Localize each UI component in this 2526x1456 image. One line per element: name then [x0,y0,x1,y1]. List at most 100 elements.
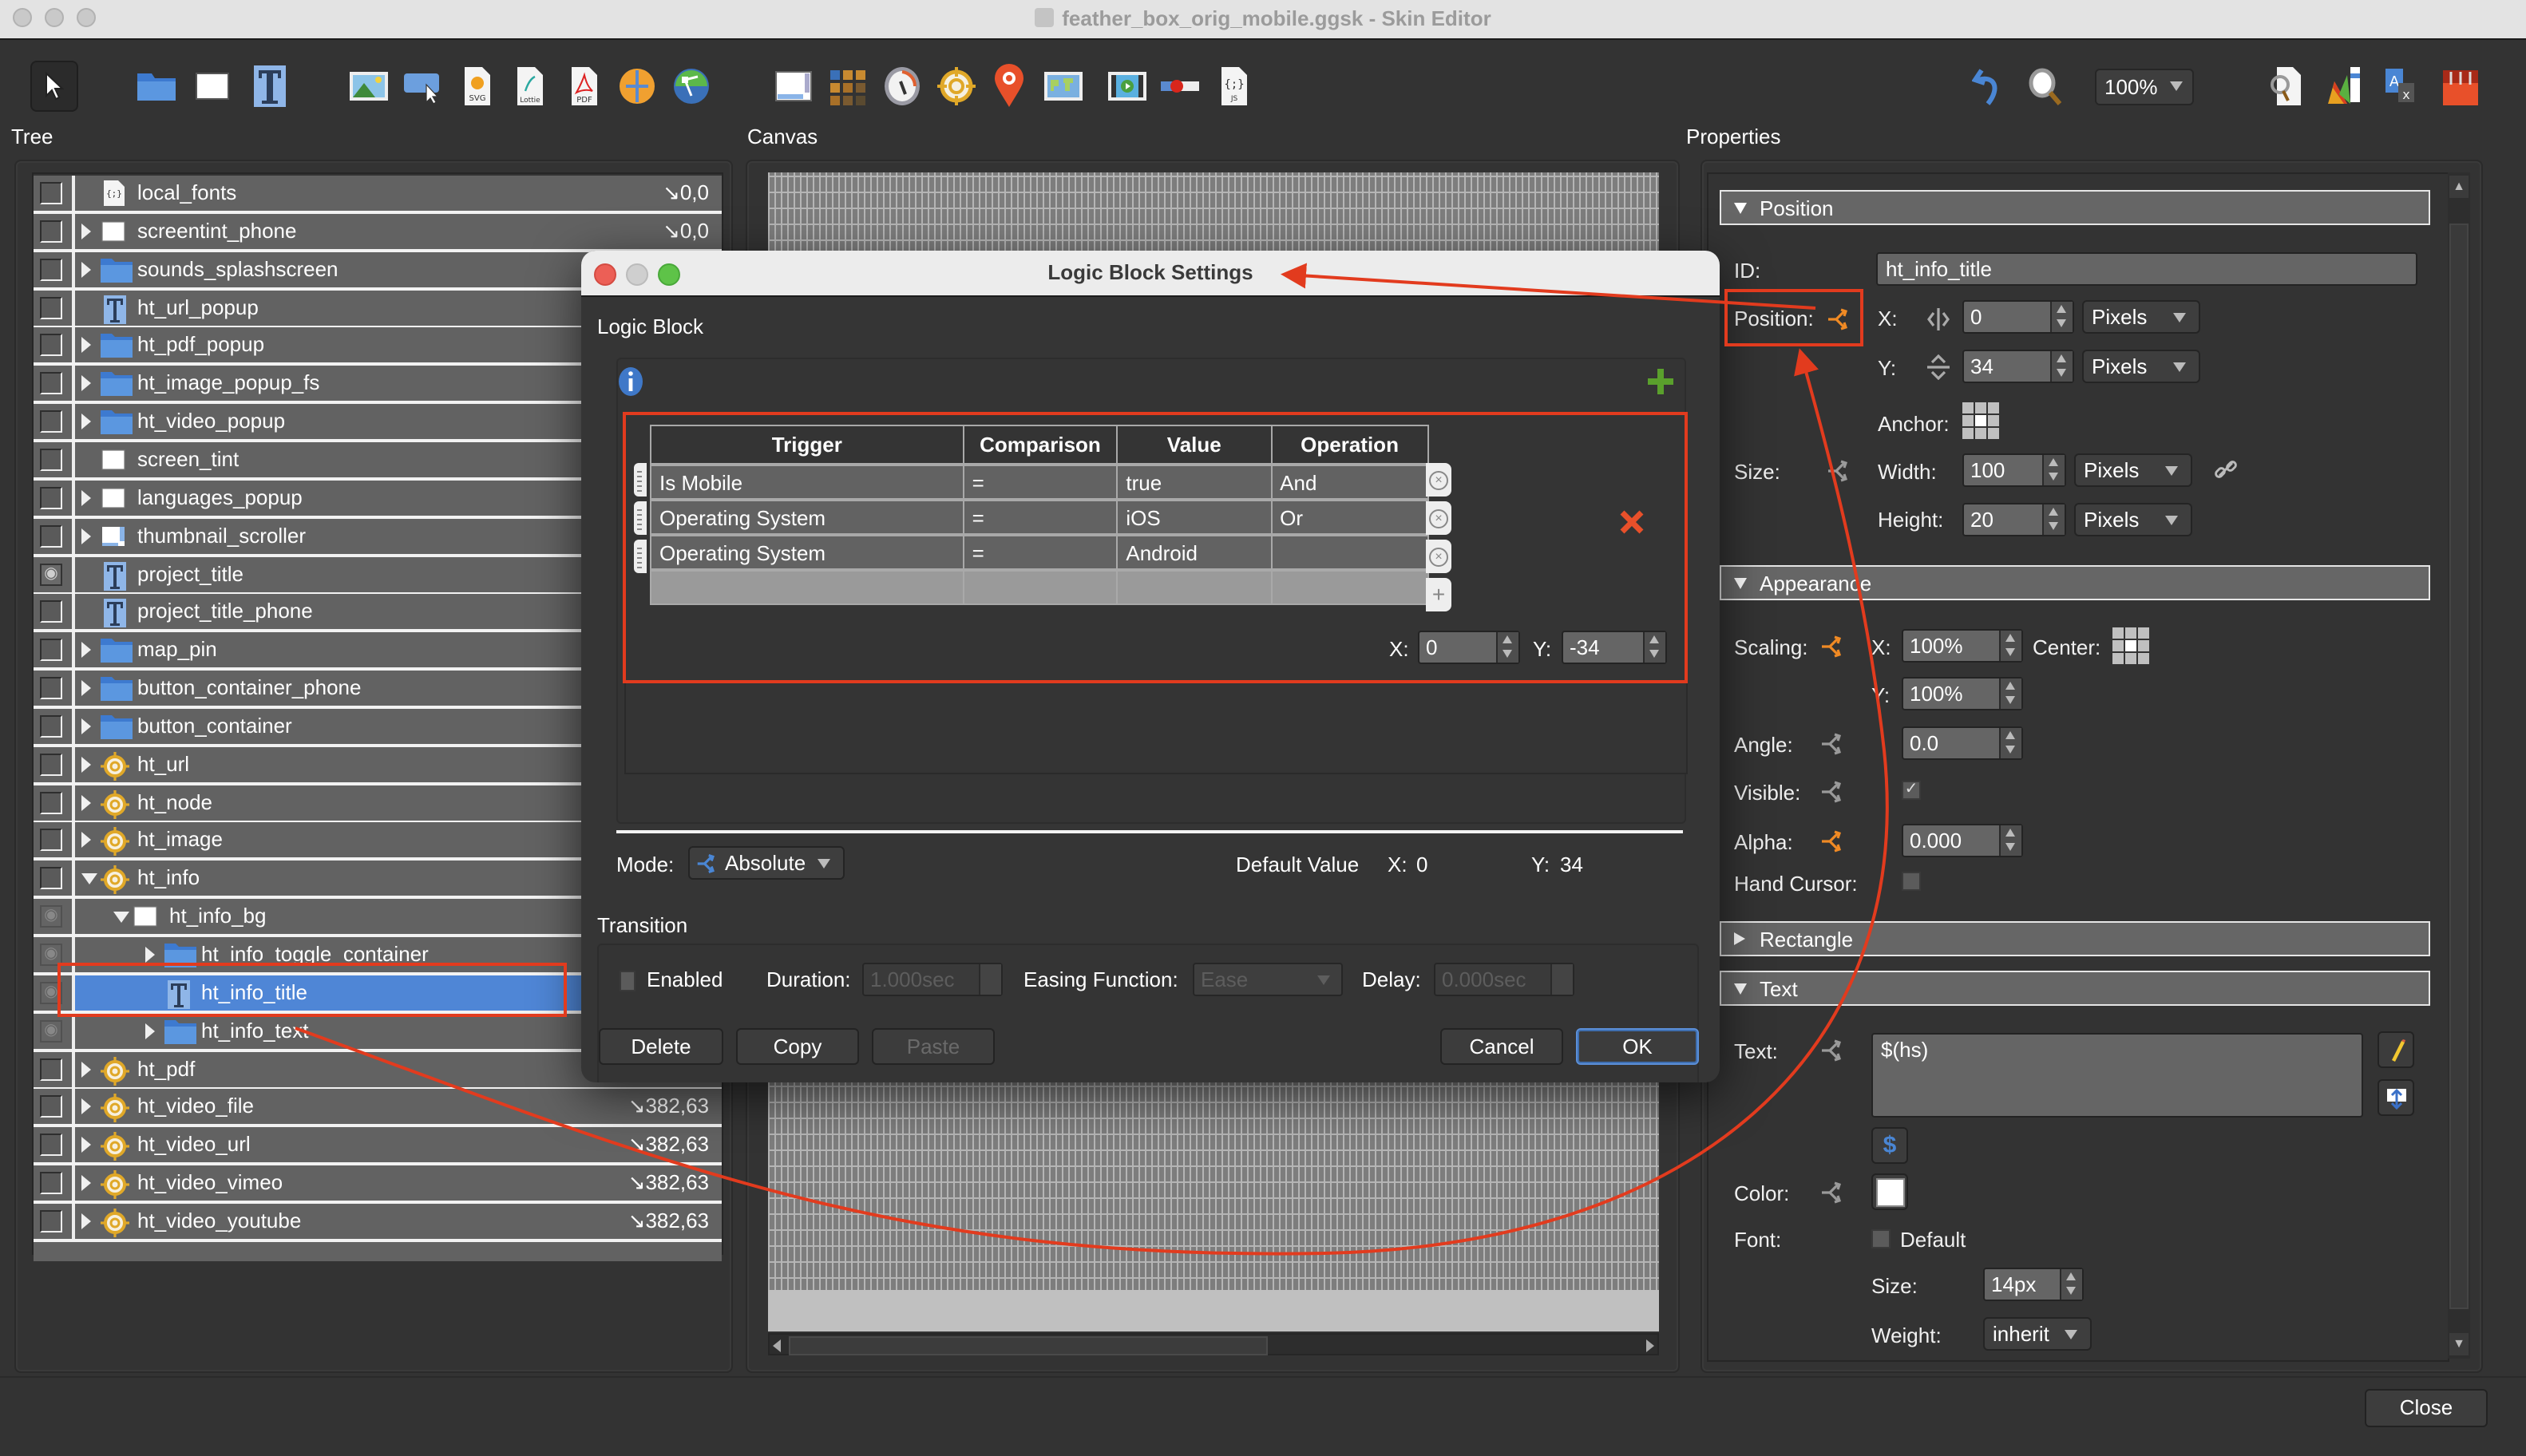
visibility-toggle[interactable] [40,753,62,776]
position-y-input[interactable]: 34 [1962,350,2074,383]
delete-button[interactable]: Delete [599,1028,723,1065]
eye-icon[interactable]: ◉ [40,944,62,966]
expand-arrow-icon[interactable] [81,413,91,430]
expand-arrow-icon[interactable] [81,489,91,506]
operation-cell[interactable]: And [1270,463,1430,500]
collapse-arrow-icon[interactable] [113,912,129,924]
tree-item[interactable]: ht_video_vimeo ↘382,63 [34,1165,722,1205]
delete-logic-block-icon[interactable] [1619,509,1645,535]
id-field[interactable]: ht_info_title [1876,252,2417,286]
tree-item-name-cell[interactable]: ht_video_youtube ↘382,63 [75,1204,722,1239]
visibility-toggle[interactable] [40,1134,62,1157]
visibility-toggle[interactable] [40,524,62,548]
remove-condition-icon[interactable]: × [1426,463,1451,497]
visibility-toggle[interactable] [40,448,62,471]
empty-cell[interactable] [962,568,1118,605]
stepper-icon[interactable] [1999,728,2021,758]
trigger-cell[interactable]: Operating System [650,498,964,536]
close-button[interactable]: Close [2365,1389,2488,1427]
logic-block-position-icon[interactable] [1827,307,1852,332]
rectangle-section-header[interactable]: Rectangle [1720,921,2430,956]
stepper-icon[interactable] [1999,825,2021,856]
duration-input[interactable]: 1.000sec [862,963,1003,996]
scroll-up-icon[interactable]: ▲ [2449,176,2469,198]
logic-block-angle-icon[interactable] [1820,731,1846,757]
visibility-toggle[interactable] [40,677,62,700]
add-condition-icon[interactable]: + [1426,578,1451,611]
visibility-cell[interactable] [34,213,75,249]
logic-block-color-icon[interactable] [1820,1180,1846,1205]
text-content-field[interactable]: $(hs) [1871,1033,2363,1118]
visibility-cell[interactable]: ◉ [34,937,75,972]
visibility-toggle[interactable] [40,258,62,281]
tree-item-name-cell[interactable]: ht_video_file ↘382,63 [75,1090,722,1125]
drag-handle-icon[interactable] [634,463,647,497]
visibility-cell[interactable] [34,251,75,287]
empty-cell[interactable] [650,568,964,605]
visibility-cell[interactable] [34,480,75,516]
expand-arrow-icon[interactable] [81,680,91,697]
result-x-input[interactable]: 0 [1418,631,1520,664]
expand-arrow-icon[interactable] [81,756,91,773]
canvas-horizontal-scrollbar[interactable] [768,1333,1659,1355]
lottie-tool-button[interactable]: Lottie [509,65,551,107]
visibility-cell[interactable] [34,1051,75,1087]
stepper-icon[interactable] [1999,631,2021,661]
visibility-cell[interactable] [34,518,75,554]
visibility-toggle[interactable] [40,829,62,852]
height-input[interactable]: 20 [1962,503,2066,536]
eye-icon[interactable]: ◉ [40,905,62,928]
scrollarea-tool-button[interactable] [773,65,814,107]
position-y-unit-dropdown[interactable]: Pixels [2082,350,2200,383]
scrollbar-thumb[interactable] [789,1336,1268,1355]
eye-icon[interactable]: ◉ [40,1019,62,1043]
remove-condition-icon[interactable]: × [1426,540,1451,573]
expand-arrow-icon[interactable] [81,794,91,811]
stepper-icon[interactable] [1550,964,1573,995]
center-vertical-icon[interactable] [1926,354,1951,380]
logic-block-scaling-icon[interactable] [1820,634,1846,659]
visibility-toggle[interactable] [40,1209,62,1232]
toolbox-button[interactable] [2440,65,2481,107]
operation-cell[interactable]: Or [1270,498,1430,536]
condition-row[interactable]: Is Mobile = true And [650,463,1430,500]
translate-button[interactable]: Ax [2381,65,2422,107]
javascript-tool-button[interactable]: {;} JS [1214,65,1255,107]
tree-item[interactable]: ht_video_youtube ↘382,63 [34,1203,722,1242]
visibility-cell[interactable] [34,1127,75,1163]
alpha-input[interactable]: 0.000 [1902,824,2023,857]
visibility-cell[interactable] [34,785,75,821]
expand-arrow-icon[interactable] [145,947,155,963]
tree-item[interactable]: ht_video_url ↘382,63 [34,1127,722,1166]
rectangle-tool-button[interactable] [192,65,233,107]
expand-arrow-icon[interactable] [81,1098,91,1115]
logic-block-alpha-icon[interactable] [1820,829,1846,854]
visibility-cell[interactable] [34,290,75,326]
visibility-toggle[interactable] [40,334,62,357]
comparison-cell[interactable]: = [962,463,1118,500]
expand-arrow-icon[interactable] [81,528,91,544]
expand-arrow-icon[interactable] [81,832,91,849]
hand-cursor-checkbox[interactable] [1902,872,1921,891]
drag-handle-icon[interactable] [634,501,647,535]
copy-button[interactable]: Copy [736,1028,859,1065]
link-aspect-ratio-icon[interactable] [2213,457,2239,482]
expand-arrow-icon[interactable] [81,223,91,239]
visibility-cell[interactable] [34,632,75,668]
expand-arrow-icon[interactable] [81,261,91,278]
visibility-cell[interactable] [34,1203,75,1239]
visibility-cell[interactable] [34,861,75,896]
visible-checkbox[interactable]: ✓ [1902,781,1921,800]
eye-icon[interactable]: ◉ [40,563,62,585]
container-tool-button[interactable] [136,65,177,107]
condition-row[interactable]: Operating System = iOS Or [650,498,1430,536]
center-horizontal-icon[interactable] [1926,307,1951,332]
font-weight-dropdown[interactable]: inherit [1983,1317,2092,1351]
visibility-toggle[interactable] [40,220,62,243]
scroll-right-icon[interactable] [1646,1339,1654,1352]
font-default-checkbox[interactable] [1871,1229,1891,1248]
zoom-level-dropdown[interactable]: 100% [2095,69,2194,105]
expand-arrow-icon[interactable] [81,1061,91,1078]
visibility-cell[interactable] [34,1089,75,1125]
logic-block-text-icon[interactable] [1820,1038,1846,1063]
